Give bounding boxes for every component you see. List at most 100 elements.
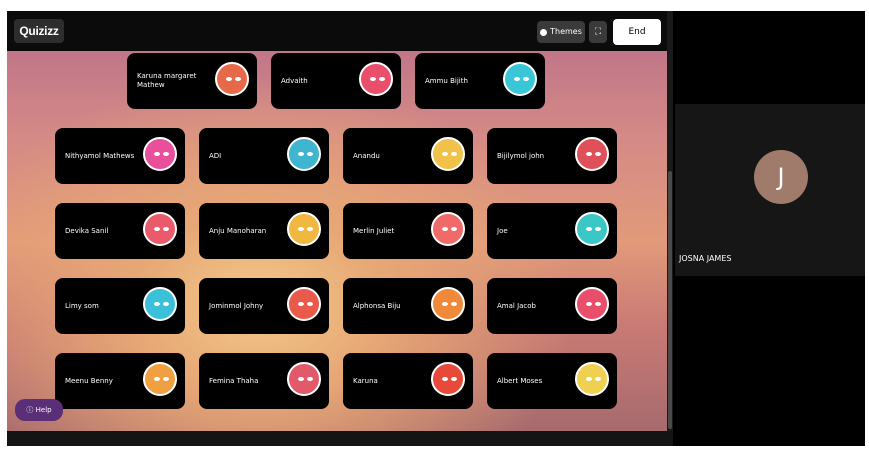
avatar-eye — [595, 377, 601, 381]
avatar-eye — [523, 77, 529, 81]
player-avatar-icon — [503, 62, 537, 96]
avatar-eye — [595, 152, 601, 156]
player-avatar-icon — [143, 137, 177, 171]
bottom-strip — [7, 431, 673, 446]
player-name: Limy som — [65, 301, 99, 310]
participant-avatar: J — [754, 150, 808, 204]
avatar-eye — [442, 227, 448, 231]
player-name: Karuna margaret Mathew — [137, 72, 197, 89]
player-name: Anandu — [353, 151, 380, 160]
player-card: Femina Thaha — [199, 353, 329, 409]
avatar-eye — [379, 77, 385, 81]
player-card: Albert Moses — [487, 353, 617, 409]
avatar-eye — [442, 152, 448, 156]
player-avatar-icon — [287, 137, 321, 171]
player-name: Amal Jacob — [497, 301, 536, 310]
help-button[interactable]: ⓘ Help — [15, 399, 63, 421]
player-name: Ammu Bijith — [425, 76, 468, 85]
participant-tile[interactable]: J JOSNA JAMES — [675, 104, 865, 276]
avatar-eye — [163, 227, 169, 231]
help-icon: ⓘ — [26, 406, 34, 414]
avatar-eye — [451, 152, 457, 156]
avatar-eye — [586, 302, 592, 306]
avatar-eye — [451, 377, 457, 381]
avatar-eye — [154, 377, 160, 381]
avatar-eye — [154, 302, 160, 306]
player-name: Femina Thaha — [209, 376, 259, 385]
player-card: Karuna — [343, 353, 473, 409]
theme-icon — [540, 28, 548, 36]
player-card: Karuna margaret Mathew — [127, 53, 257, 109]
player-avatar-icon — [287, 212, 321, 246]
player-card: Anandu — [343, 128, 473, 184]
player-avatar-icon — [143, 212, 177, 246]
top-bar: Quizizz Themes ⛶ End — [7, 11, 667, 51]
player-avatar-icon — [431, 137, 465, 171]
expand-icon: ⛶ — [594, 27, 602, 37]
avatar-eye — [451, 302, 457, 306]
avatar-eye — [298, 302, 304, 306]
player-avatar-icon — [575, 137, 609, 171]
avatar-eye — [307, 152, 313, 156]
fullscreen-button[interactable]: ⛶ — [589, 21, 607, 43]
player-card: Ammu Bijith — [415, 53, 545, 109]
avatar-eye — [226, 77, 232, 81]
player-name: Alphonsa Biju — [353, 301, 401, 310]
avatar-eye — [298, 377, 304, 381]
player-name: Bijilymol john — [497, 151, 545, 160]
screen-frame: Quizizz Themes ⛶ End Karuna margaret Mat… — [7, 11, 865, 446]
avatar-eye — [163, 152, 169, 156]
avatar-eye — [298, 152, 304, 156]
scrollbar-thumb[interactable] — [668, 171, 672, 429]
quiz-lobby: Quizizz Themes ⛶ End Karuna margaret Mat… — [7, 11, 667, 431]
avatar-eye — [442, 377, 448, 381]
player-card: Limy som — [55, 278, 185, 334]
player-card: Joe — [487, 203, 617, 259]
player-card: Devika Sanil — [55, 203, 185, 259]
avatar-eye — [235, 77, 241, 81]
player-name: Anju Manoharan — [209, 226, 267, 235]
end-button[interactable]: End — [613, 19, 661, 45]
help-label: Help — [35, 406, 52, 414]
avatar-eye — [154, 152, 160, 156]
themes-label: Themes — [550, 27, 582, 36]
player-card: Jominmol Johny — [199, 278, 329, 334]
player-avatar-icon — [431, 362, 465, 396]
player-avatar-icon — [575, 287, 609, 321]
player-name: Advaith — [281, 76, 308, 85]
player-avatar-icon — [287, 362, 321, 396]
scrollbar[interactable] — [667, 11, 673, 431]
avatar-eye — [586, 377, 592, 381]
player-avatar-icon — [431, 212, 465, 246]
avatar-eye — [154, 227, 160, 231]
player-name: Jominmol Johny — [209, 301, 264, 310]
avatar-eye — [163, 302, 169, 306]
player-name: Devika Sanil — [65, 226, 109, 235]
player-avatar-icon — [575, 212, 609, 246]
player-name: Merlin Juliet — [353, 226, 395, 235]
player-avatar-icon — [431, 287, 465, 321]
player-name: Meenu Benny — [65, 376, 113, 385]
player-avatar-icon — [143, 287, 177, 321]
avatar-eye — [307, 377, 313, 381]
player-avatar-icon — [575, 362, 609, 396]
avatar-eye — [370, 77, 376, 81]
player-card: Meenu Benny — [55, 353, 185, 409]
player-card: Bijilymol john — [487, 128, 617, 184]
themes-button[interactable]: Themes — [537, 21, 585, 43]
player-name: Karuna — [353, 376, 378, 385]
avatar-eye — [595, 302, 601, 306]
player-avatar-icon — [359, 62, 393, 96]
quizizz-logo: Quizizz — [14, 19, 64, 43]
player-card: Nithyamol Mathews — [55, 128, 185, 184]
player-name: Joe — [497, 226, 508, 235]
avatar-eye — [163, 377, 169, 381]
avatar-eye — [586, 227, 592, 231]
avatar-eye — [298, 227, 304, 231]
player-avatar-icon — [215, 62, 249, 96]
player-name: ADI — [209, 151, 222, 160]
player-card: Anju Manoharan — [199, 203, 329, 259]
player-avatar-icon — [287, 287, 321, 321]
player-name: Albert Moses — [497, 376, 543, 385]
avatar-eye — [595, 227, 601, 231]
